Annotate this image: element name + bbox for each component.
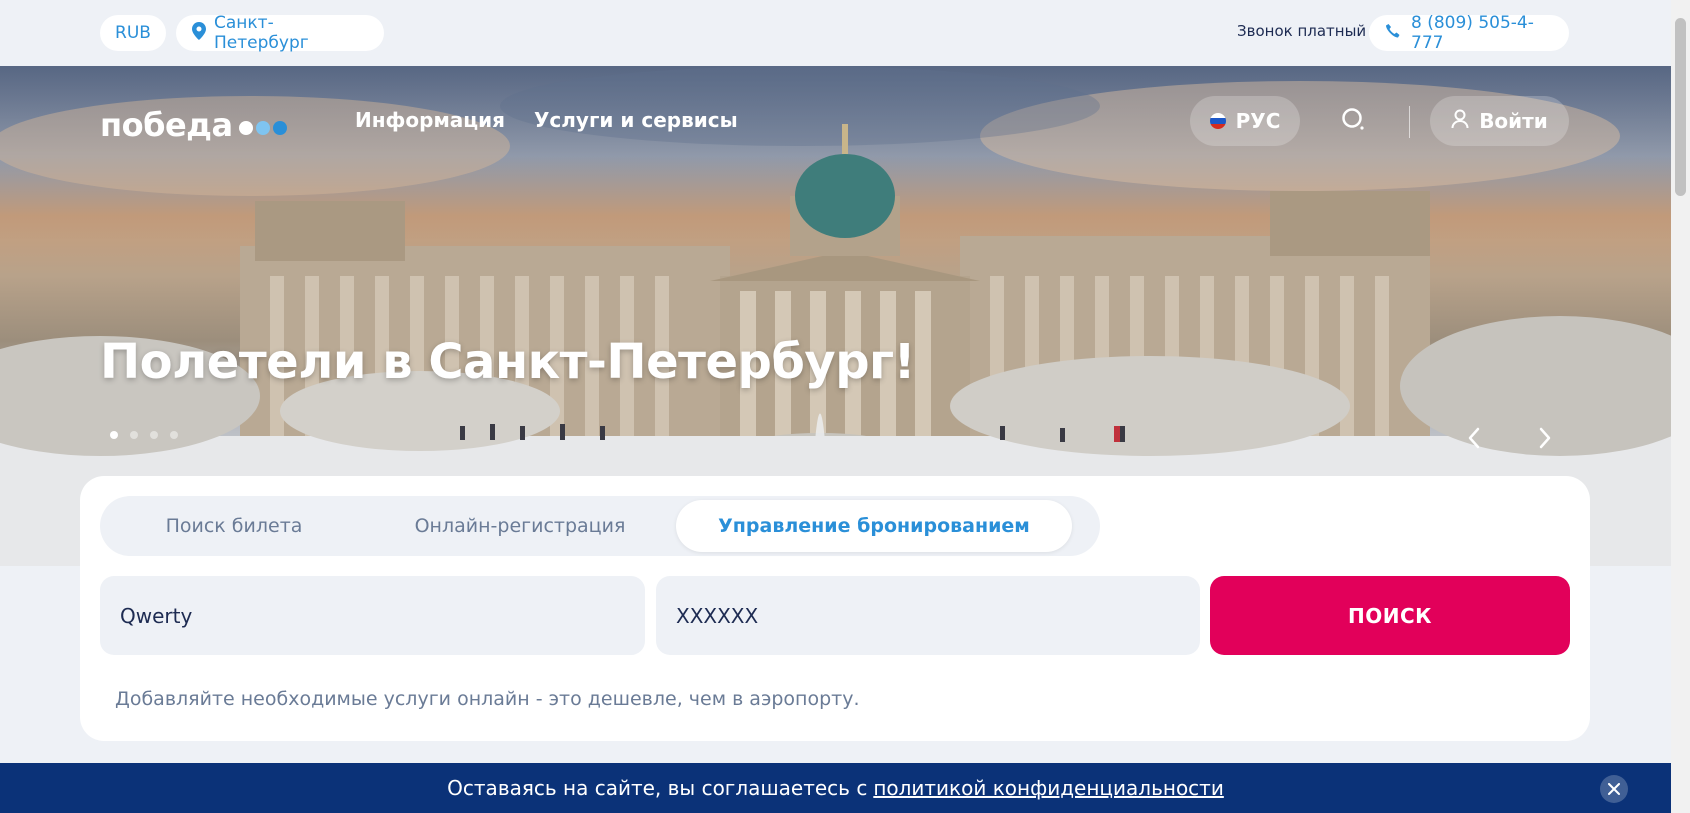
- city-label: Санкт-Петербург: [214, 13, 309, 53]
- nav-information[interactable]: Информация: [355, 108, 505, 132]
- pobeda-logo[interactable]: победа: [100, 106, 287, 144]
- slider-pagination[interactable]: [110, 431, 178, 439]
- language-label: РУС: [1235, 109, 1281, 133]
- logo-text: победа: [100, 106, 233, 144]
- phone-number: 8 (809) 505-4-777: [1411, 13, 1534, 53]
- utility-bar: RUB Санкт-Петербург Звонок платный 8 (80…: [0, 0, 1671, 66]
- booking-code-field[interactable]: XXXXXX: [656, 576, 1200, 655]
- russia-flag-icon: [1209, 113, 1226, 129]
- slide-dot[interactable]: [130, 431, 138, 439]
- header-divider: [1409, 106, 1410, 138]
- language-selector[interactable]: РУС: [1190, 96, 1300, 146]
- user-icon: [1451, 109, 1469, 134]
- booking-hint: Добавляйте необходимые услуги онлайн - э…: [115, 688, 860, 710]
- logo-dots-icon: [238, 121, 287, 135]
- chevron-left-icon[interactable]: [1457, 421, 1491, 455]
- hero-title: Полетели в Санкт-Петербург!: [100, 334, 916, 390]
- city-selector[interactable]: Санкт-Петербург: [176, 13, 384, 53]
- nav-services[interactable]: Услуги и сервисы: [534, 108, 738, 132]
- scrollbar-thumb[interactable]: [1675, 18, 1686, 196]
- cookie-banner: Оставаясь на сайте, вы соглашаетесь с по…: [0, 763, 1671, 813]
- lastname-field[interactable]: Qwerty: [100, 576, 645, 655]
- call-note: Звонок платный: [1237, 22, 1367, 40]
- login-label: Войти: [1479, 109, 1548, 133]
- close-icon[interactable]: [1600, 775, 1628, 803]
- slide-dot[interactable]: [170, 431, 178, 439]
- tab-ticket-search[interactable]: Поиск билета: [104, 500, 364, 552]
- location-pin-icon: [192, 21, 206, 45]
- tab-online-checkin[interactable]: Онлайн-регистрация: [364, 500, 676, 552]
- currency-label: RUB: [115, 23, 151, 43]
- cookie-text: Оставаясь на сайте, вы соглашаетесь с: [447, 776, 868, 800]
- booking-card: Поиск билета Онлайн-регистрация Управлен…: [80, 476, 1590, 741]
- login-button[interactable]: Войти: [1430, 96, 1569, 146]
- tab-manage-booking[interactable]: Управление бронированием: [676, 500, 1072, 552]
- slide-dot[interactable]: [150, 431, 158, 439]
- search-button[interactable]: ПОИСК: [1210, 576, 1570, 655]
- booking-tabs: Поиск билета Онлайн-регистрация Управлен…: [100, 496, 1100, 556]
- currency-selector[interactable]: RUB: [100, 15, 166, 51]
- search-icon[interactable]: [1338, 104, 1370, 136]
- page-scrollbar[interactable]: [1671, 0, 1690, 813]
- chevron-right-icon[interactable]: [1528, 421, 1562, 455]
- privacy-policy-link[interactable]: политикой конфиденциальности: [873, 776, 1224, 800]
- slide-dot[interactable]: [110, 431, 118, 439]
- phone-link[interactable]: 8 (809) 505-4-777: [1369, 13, 1569, 53]
- phone-icon: [1385, 23, 1401, 44]
